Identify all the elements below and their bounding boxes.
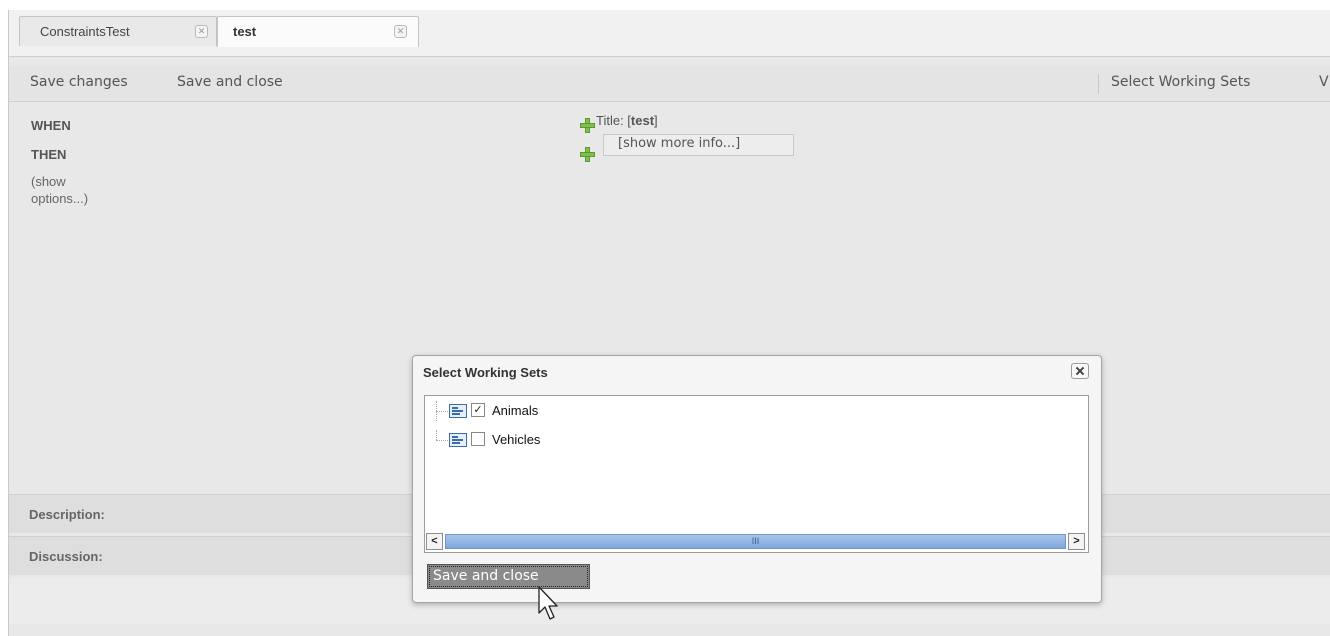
toolbar-truncated-item[interactable]: V — [1319, 74, 1329, 90]
tree-connector — [436, 440, 448, 441]
close-icon[interactable]: ✕ — [394, 25, 407, 38]
working-set-icon — [449, 404, 467, 418]
select-working-sets-button[interactable]: Select Working Sets — [1111, 74, 1250, 90]
title-suffix: ] — [654, 113, 658, 128]
toolbar-divider — [1098, 74, 1099, 94]
dialog-save-and-close-button[interactable]: Save and close — [427, 564, 590, 589]
description-label: Description: — [29, 507, 105, 522]
show-options-link[interactable]: (show options...) — [31, 173, 121, 207]
tab-test[interactable]: test ✕ — [217, 16, 419, 47]
tree-item-label: Vehicles — [492, 432, 541, 447]
save-changes-button[interactable]: Save changes — [30, 74, 128, 90]
title-value: test — [630, 113, 655, 128]
add-icon[interactable] — [579, 117, 596, 134]
horizontal-scrollbar[interactable]: < III > — [426, 533, 1085, 550]
close-icon[interactable] — [1071, 363, 1089, 379]
working-set-icon — [449, 433, 467, 447]
dialog-title: Select Working Sets — [423, 365, 548, 380]
vehicles-checkbox[interactable] — [471, 432, 485, 446]
tree-item-label: Animals — [492, 403, 539, 418]
show-more-info-button[interactable]: [show more info...] — [603, 134, 794, 156]
tab-strip: ConstraintsTest ✕ test ✕ — [9, 10, 1330, 57]
rule-title: Title: [test] — [596, 113, 658, 128]
tab-label: ConstraintsTest — [40, 24, 130, 39]
tab-constraintstest[interactable]: ConstraintsTest ✕ — [19, 16, 217, 46]
close-icon[interactable]: ✕ — [195, 25, 208, 38]
then-label[interactable]: THEN — [31, 147, 66, 162]
tree-connector — [436, 411, 448, 412]
discussion-label: Discussion: — [29, 549, 103, 564]
when-label[interactable]: WHEN — [31, 118, 71, 133]
editor-toolbar: Save changes Save and close Select Worki… — [9, 66, 1330, 102]
mouse-pointer-icon — [538, 586, 558, 620]
select-working-sets-dialog: Select Working Sets ✓ Animals Vehicles <… — [412, 355, 1102, 603]
animals-checkbox[interactable]: ✓ — [471, 403, 485, 417]
save-and-close-button[interactable]: Save and close — [177, 74, 283, 90]
title-prefix: Title: [ — [596, 113, 631, 128]
tab-label: test — [233, 24, 257, 39]
scroll-left-icon[interactable]: < — [426, 533, 443, 550]
scroll-thumb[interactable]: III — [445, 534, 1066, 549]
working-sets-tree: ✓ Animals Vehicles — [424, 395, 1089, 553]
tree-connector — [436, 430, 438, 440]
scroll-right-icon[interactable]: > — [1068, 533, 1085, 550]
add-icon[interactable] — [579, 146, 596, 163]
